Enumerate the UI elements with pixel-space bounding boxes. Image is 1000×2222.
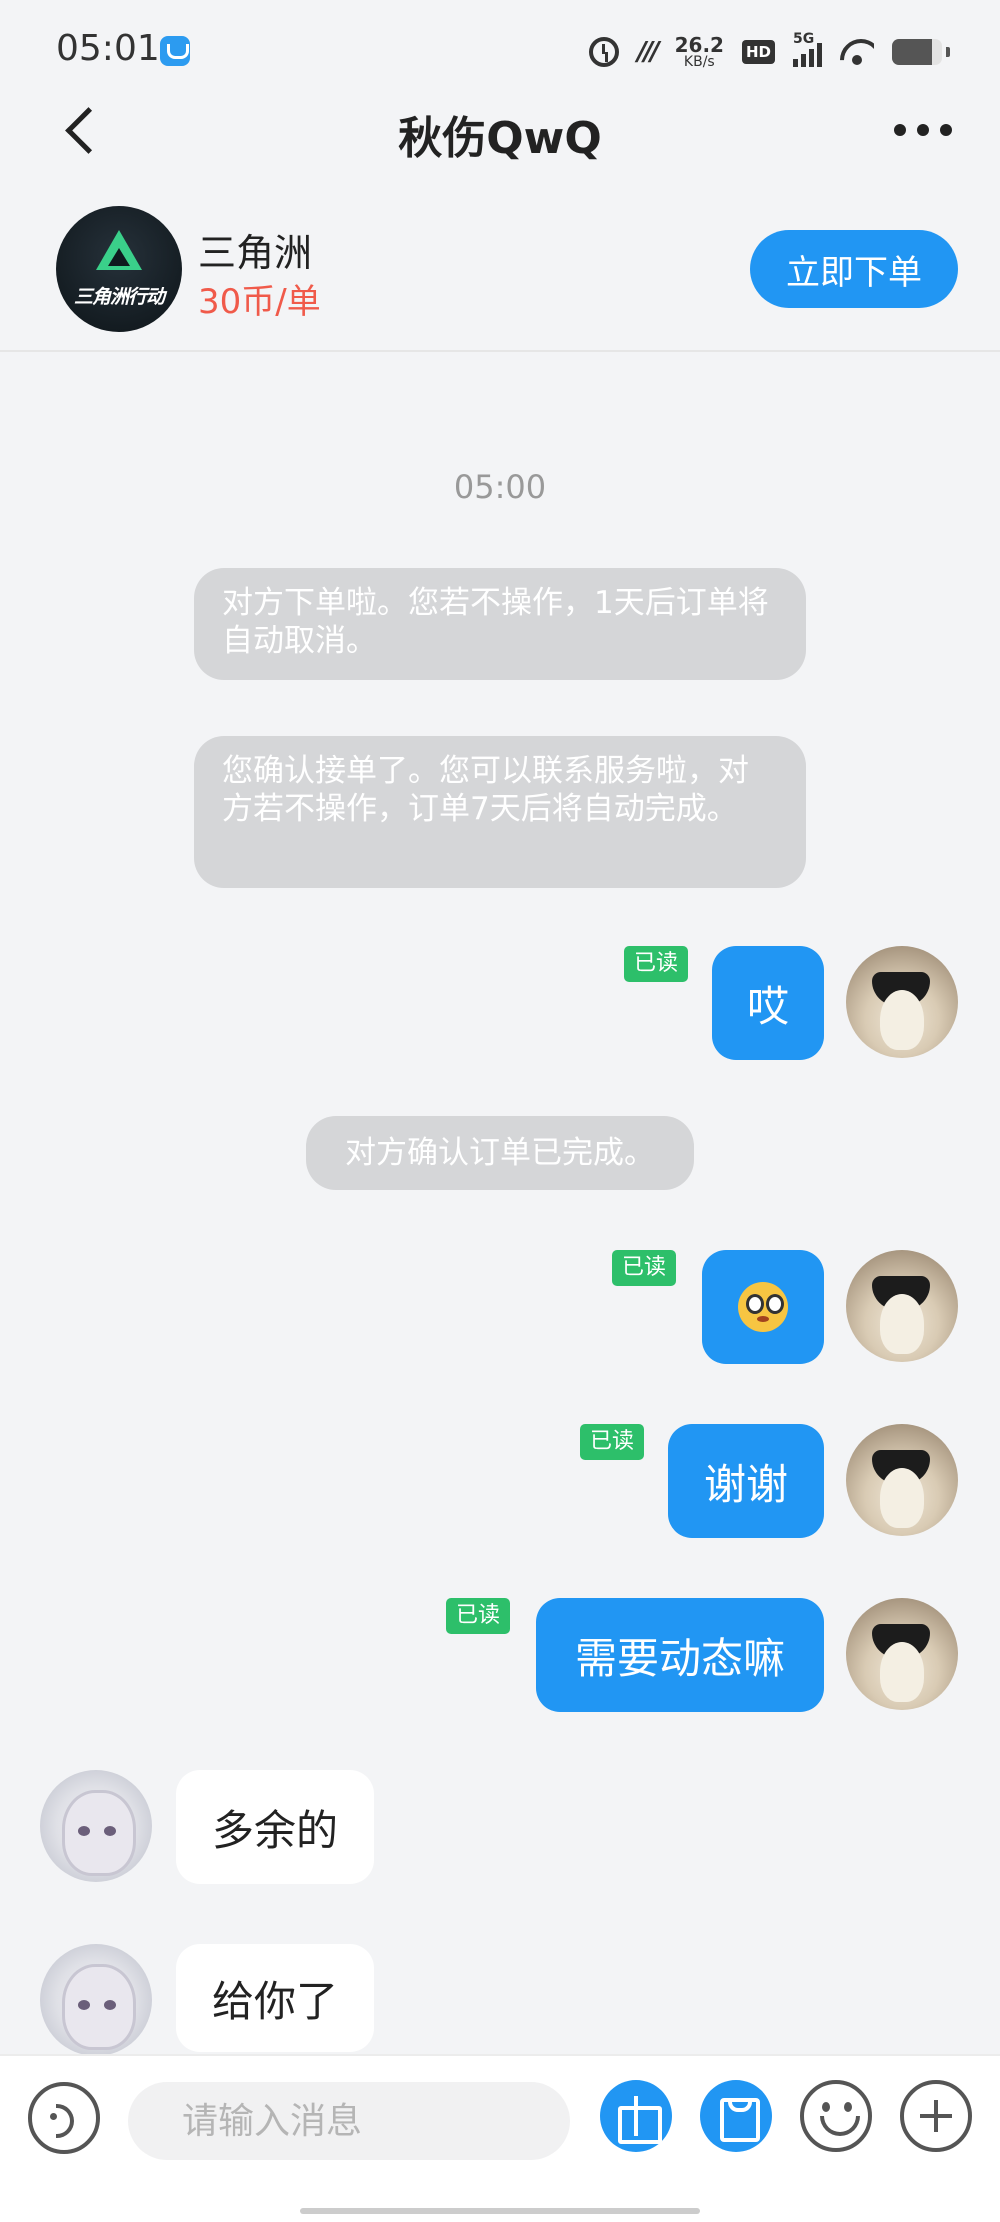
system-message: 对方下单啦。您若不操作，1天后订单将自动取消。 (194, 568, 806, 680)
my-avatar[interactable] (846, 946, 958, 1058)
read-receipt-badge: 已读 (446, 1598, 511, 1634)
voice-input-icon[interactable] (28, 2082, 100, 2154)
battery-tip (946, 47, 950, 57)
my-message-bubble[interactable]: 哎 (712, 946, 824, 1060)
my-message-bubble[interactable] (702, 1250, 824, 1364)
app-notification-icon (160, 36, 190, 66)
alarm-icon (589, 37, 620, 67)
my-avatar[interactable] (846, 1424, 958, 1536)
product-name: 三角洲 (198, 231, 313, 275)
wifi-icon (840, 39, 874, 65)
battery-fill (892, 39, 932, 65)
status-bar: 05:01 /// 26.2 KB/s HD 5G (0, 0, 1000, 100)
network-speed-value: 26.2 (674, 33, 724, 57)
chat-header: 秋伤QwQ (0, 90, 1000, 170)
system-message: 您确认接单了。您可以联系服务啦，对方若不操作，订单7天后将自动完成。 (194, 736, 806, 888)
emoji-picker-icon[interactable] (800, 2080, 872, 2152)
product-price: 30币/单 (198, 282, 321, 322)
logo-triangle-inner (108, 248, 130, 266)
read-receipt-badge: 已读 (624, 946, 689, 982)
home-indicator[interactable] (300, 2208, 700, 2214)
contact-message-bubble[interactable]: 多余的 (176, 1770, 374, 1884)
signal-icon: 5G (793, 31, 822, 67)
my-avatar[interactable] (846, 1598, 958, 1710)
chat-title: 秋伤QwQ (398, 113, 602, 164)
product-card: 三角洲行动 三角洲 30币/单 立即下单 (0, 196, 1000, 352)
message-input[interactable] (128, 2082, 570, 2160)
read-receipt-badge: 已读 (580, 1424, 645, 1460)
message-input-bar (0, 2054, 1000, 2222)
read-receipt-badge: 已读 (612, 1250, 677, 1286)
order-now-button[interactable]: 立即下单 (750, 230, 958, 308)
status-icons: /// 26.2 KB/s HD 5G (589, 30, 950, 74)
system-message: 对方确认订单已完成。 (306, 1116, 694, 1190)
more-actions-plus-icon[interactable] (900, 2080, 972, 2152)
network-speed: 26.2 KB/s (675, 35, 724, 69)
message-timestamp: 05:00 (453, 468, 547, 506)
status-time: 05:01 (56, 28, 160, 69)
network-speed-unit: KB/s (683, 54, 715, 70)
my-avatar[interactable] (846, 1250, 958, 1362)
battery-icon (892, 39, 942, 65)
flushed-face-emoji-icon (738, 1282, 788, 1332)
my-message-bubble[interactable]: 需要动态嘛 (536, 1598, 824, 1712)
contact-message-bubble[interactable]: 给你了 (176, 1944, 374, 2052)
red-packet-icon[interactable] (700, 2080, 772, 2152)
my-message-bubble[interactable]: 谢谢 (668, 1424, 824, 1538)
gift-icon[interactable] (600, 2080, 672, 2152)
contact-avatar[interactable] (40, 1944, 152, 2056)
nfc-icon: /// (637, 37, 659, 67)
contact-avatar[interactable] (40, 1770, 152, 1882)
signal-label: 5G (793, 31, 815, 47)
hd-icon: HD (741, 40, 775, 64)
more-options-icon[interactable] (894, 118, 954, 142)
logo-text: 三角洲行动 (73, 286, 165, 308)
product-logo[interactable]: 三角洲行动 (56, 206, 182, 332)
